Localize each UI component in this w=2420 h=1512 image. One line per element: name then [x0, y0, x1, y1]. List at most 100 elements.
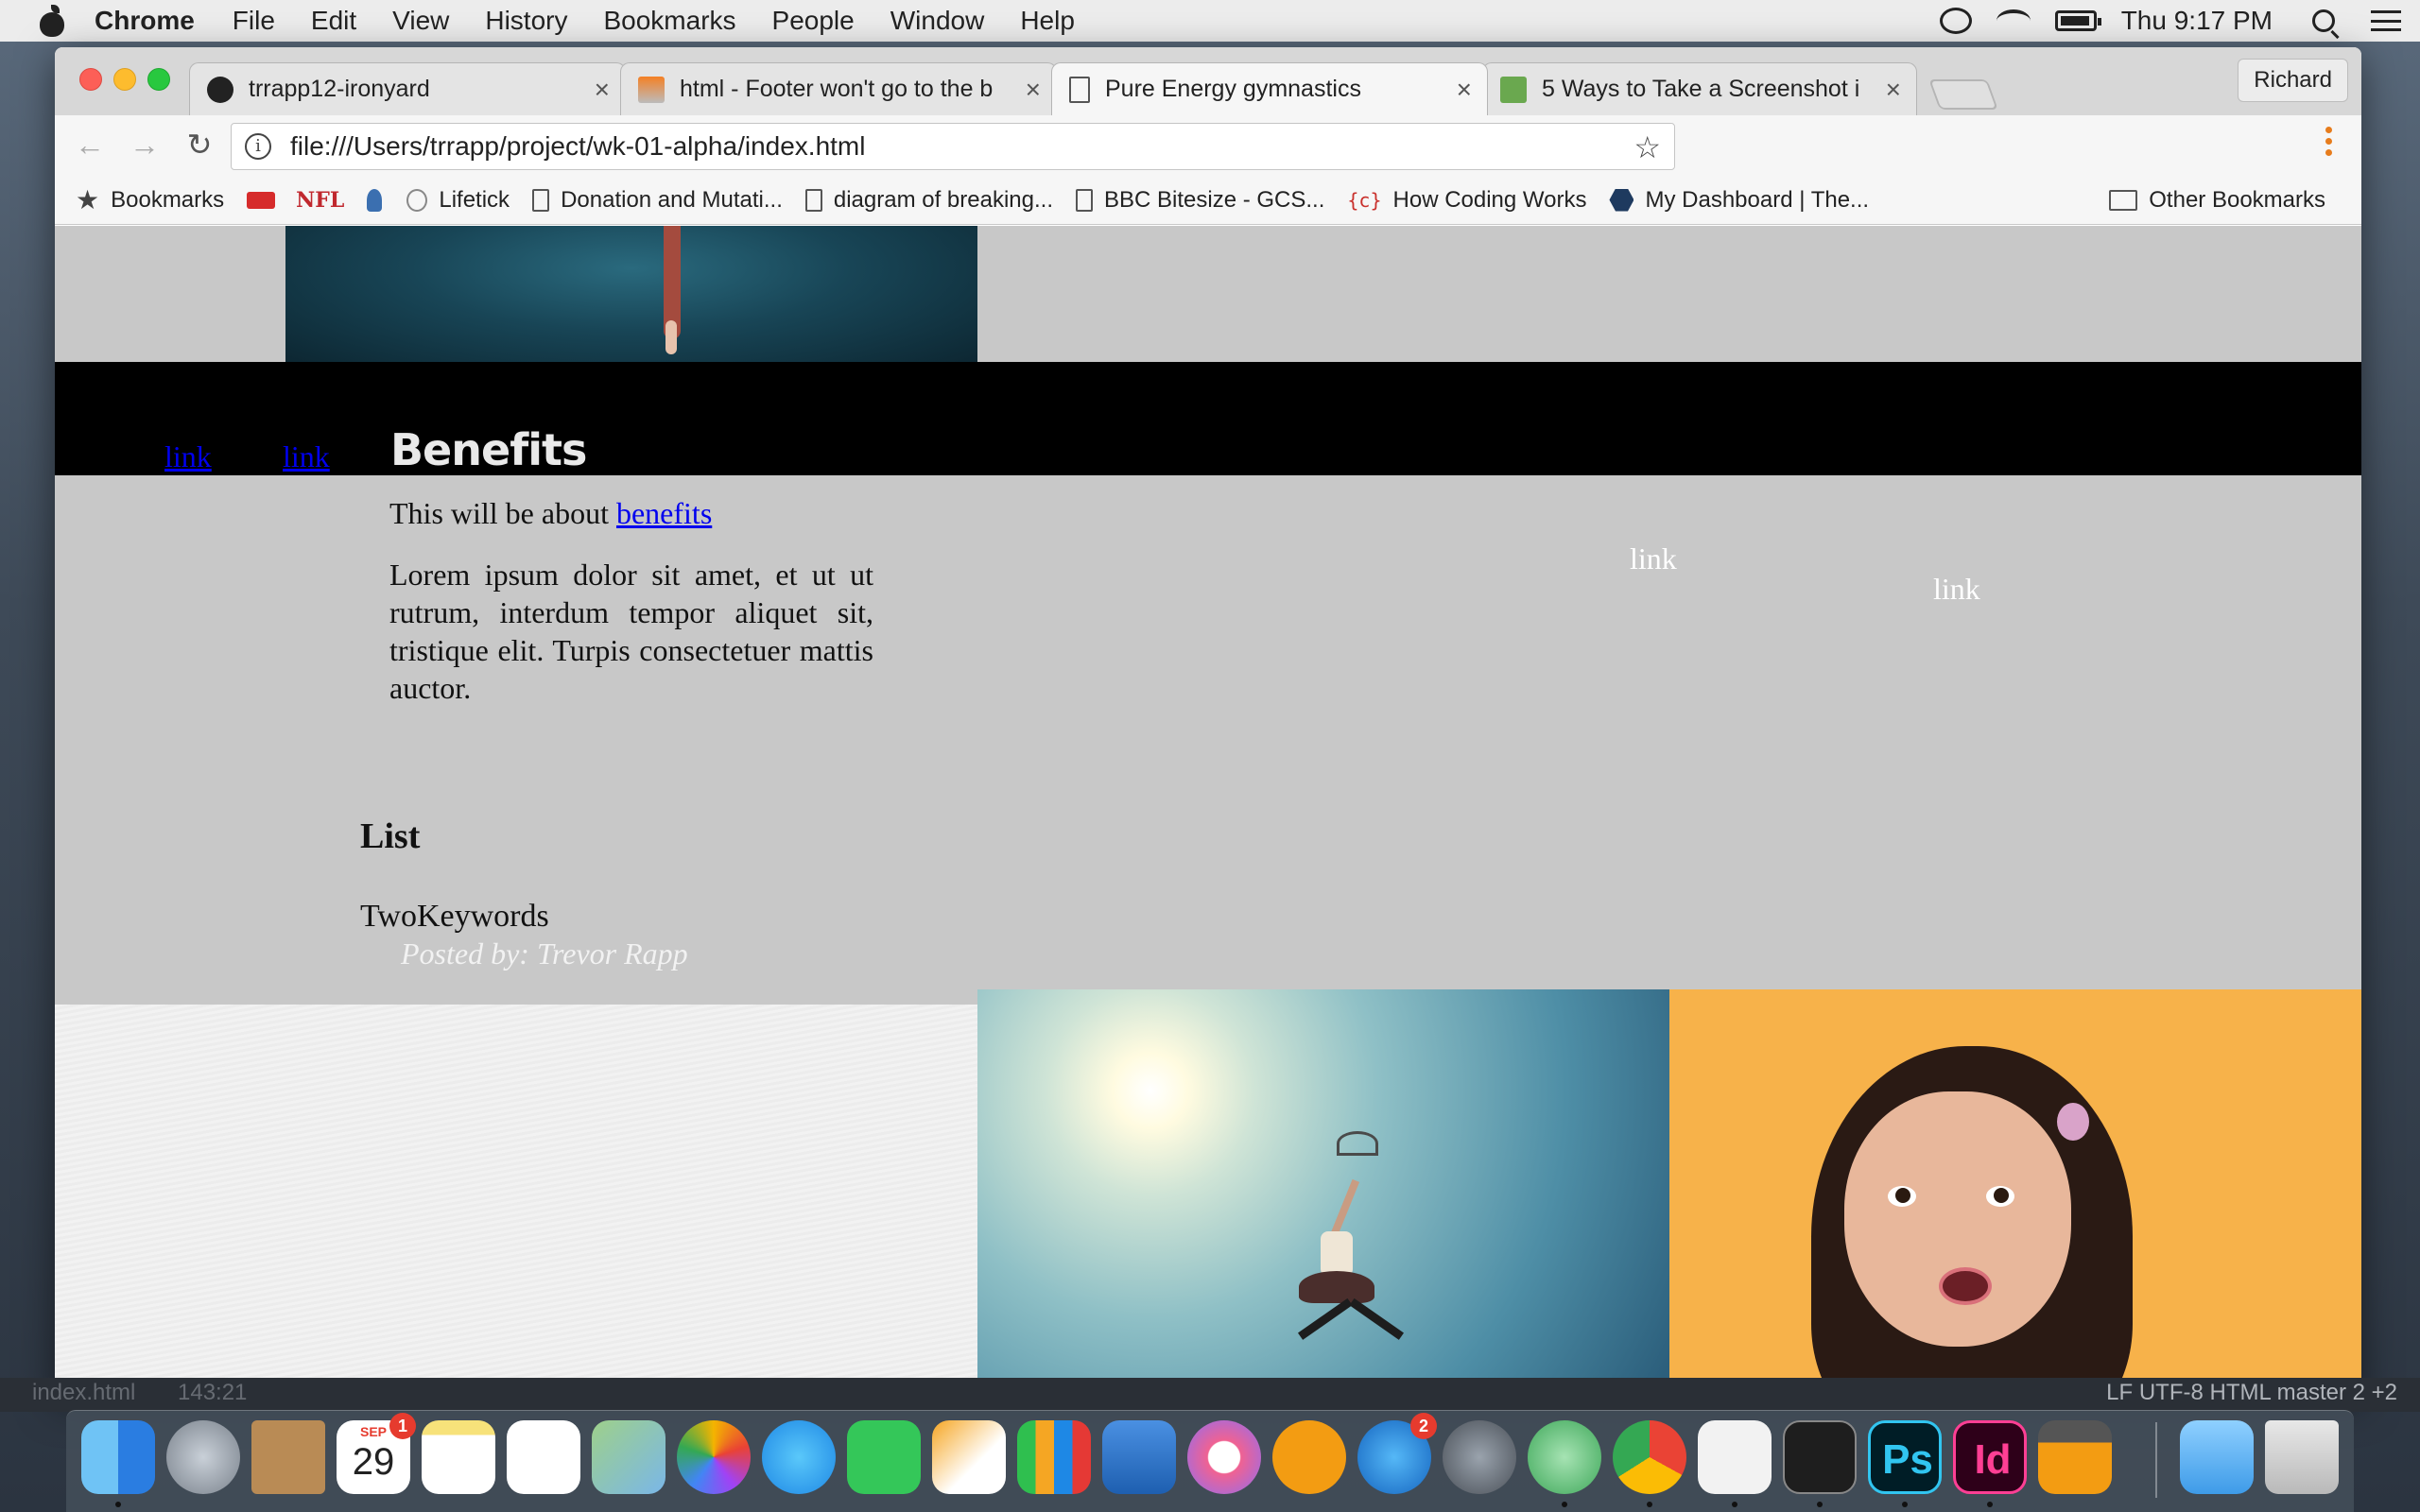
indesign-icon[interactable]: Id — [1953, 1420, 2027, 1494]
new-tab-button[interactable] — [1928, 79, 1998, 110]
calculator-icon[interactable] — [2038, 1420, 2112, 1494]
menu-help[interactable]: Help — [1020, 6, 1075, 36]
tab-pure-energy[interactable]: Pure Energy gymnastics × — [1051, 62, 1488, 115]
bookmark-bbc[interactable]: BBC Bitesize - GCS... — [1076, 187, 1324, 214]
numbers-icon[interactable] — [1017, 1420, 1091, 1494]
close-tab-icon[interactable]: × — [1457, 75, 1472, 105]
menu-bookmarks[interactable]: Bookmarks — [603, 6, 735, 36]
creative-cloud-icon[interactable] — [1939, 8, 1972, 34]
running-indicator — [1902, 1502, 1908, 1507]
other-bookmarks[interactable]: Other Bookmarks — [2109, 176, 2325, 225]
pages-icon[interactable] — [932, 1420, 1006, 1494]
launchpad-icon[interactable] — [166, 1420, 240, 1494]
floating-link-1[interactable]: link — [1630, 541, 1677, 576]
profile-button[interactable]: Richard — [2238, 59, 2348, 102]
atom-icon[interactable] — [1528, 1420, 1601, 1494]
keynote-icon[interactable] — [1102, 1420, 1176, 1494]
benefits-link[interactable]: benefits — [616, 496, 712, 530]
forward-arrow-icon[interactable]: → — [129, 129, 161, 161]
spotlight-icon[interactable] — [2312, 9, 2335, 32]
zoom-window-button[interactable] — [147, 68, 170, 91]
posted-by: Posted by: Trevor Rapp — [401, 936, 688, 971]
system-preferences-icon[interactable] — [1443, 1420, 1516, 1494]
info-icon[interactable]: i — [245, 133, 271, 160]
contacts-icon[interactable] — [251, 1420, 325, 1494]
terminal-icon[interactable] — [1783, 1420, 1857, 1494]
wifi-icon[interactable] — [1996, 9, 2031, 32]
bookmark-nfl[interactable]: NFL — [296, 188, 355, 213]
girl-leg-left — [1297, 1297, 1353, 1340]
child-eye-left — [1888, 1186, 1916, 1207]
menubar-clock[interactable]: Thu 9:17 PM — [2121, 6, 2273, 36]
menu-app-name[interactable]: Chrome — [95, 6, 195, 36]
reload-icon[interactable]: ↻ — [183, 129, 216, 161]
floating-link-2[interactable]: link — [1933, 572, 1980, 607]
tab-title: html - Footer won't go to the b — [680, 76, 994, 102]
back-arrow-icon[interactable]: ← — [74, 129, 106, 161]
bookmark-label: My Dashboard | The... — [1645, 186, 1870, 213]
wikihow-icon — [1500, 76, 1527, 103]
trash-icon[interactable] — [2265, 1420, 2339, 1494]
nav-link-1[interactable]: link — [164, 439, 212, 474]
bookmarks-bar: ★ Bookmarks NFL Lifetick Donation and Mu… — [55, 176, 2361, 225]
menu-window[interactable]: Window — [890, 6, 985, 36]
page-viewport[interactable]: link link Benefits This will be about be… — [55, 226, 2361, 1395]
bookmark-dashboard[interactable]: My Dashboard | The... — [1609, 187, 1869, 214]
finder-icon[interactable] — [81, 1420, 155, 1494]
maps-icon[interactable] — [592, 1420, 666, 1494]
close-window-button[interactable] — [79, 68, 102, 91]
menu-view[interactable]: View — [392, 6, 449, 36]
url-text[interactable]: file:///Users/trrapp/project/wk-01-alpha… — [290, 131, 865, 162]
close-tab-icon[interactable]: × — [1886, 75, 1901, 105]
child-eye-right — [1986, 1186, 2014, 1207]
minimize-window-button[interactable] — [113, 68, 136, 91]
nav-link-2[interactable]: link — [283, 439, 330, 474]
app-store-icon[interactable]: 2 — [1357, 1413, 1437, 1494]
bookmark-diagram[interactable]: diagram of breaking... — [804, 186, 1053, 214]
hero-image — [285, 226, 977, 368]
bookmark-how-coding-works[interactable]: {c} How Coding Works — [1347, 187, 1586, 214]
bookmark-label: Donation and Mutati... — [561, 186, 783, 213]
benefits-content: This will be about benefits Lorem ipsum … — [389, 496, 873, 707]
close-tab-icon[interactable]: × — [1026, 75, 1041, 105]
child-mouth — [1939, 1267, 1992, 1305]
bookmark-donation[interactable]: Donation and Mutati... — [532, 187, 783, 214]
reminders-icon[interactable] — [507, 1420, 580, 1494]
bookmark-lifetick[interactable]: Lifetick — [406, 187, 510, 214]
person-icon — [367, 188, 383, 212]
messages-icon[interactable] — [762, 1420, 836, 1494]
menu-history[interactable]: History — [485, 6, 567, 36]
chrome-menu-icon[interactable] — [2325, 127, 2333, 161]
menu-file[interactable]: File — [233, 6, 275, 36]
bookmark-person[interactable] — [367, 188, 393, 212]
site-navbar: link link Benefits — [55, 362, 2361, 475]
girl-leg-right — [1349, 1297, 1405, 1340]
tab-github[interactable]: trrapp12-ironyard × — [189, 62, 626, 115]
bookmark-adp[interactable] — [247, 191, 286, 209]
editor-filename: index.html — [32, 1380, 136, 1405]
apple-menu-icon[interactable] — [38, 5, 66, 37]
photoshop-icon[interactable]: Ps — [1868, 1420, 1942, 1494]
bookmark-bookmarks[interactable]: ★ Bookmarks — [76, 186, 224, 214]
battery-icon[interactable] — [2054, 10, 2101, 31]
bookmark-star-icon[interactable]: ☆ — [1634, 129, 1661, 165]
photos-icon[interactable] — [677, 1420, 751, 1494]
slack-icon[interactable] — [1698, 1420, 1772, 1494]
child-face — [1844, 1091, 2071, 1347]
facetime-icon[interactable] — [847, 1420, 921, 1494]
menu-edit[interactable]: Edit — [311, 6, 356, 36]
address-bar[interactable]: i file:///Users/trrapp/project/wk-01-alp… — [231, 123, 1675, 170]
browser-window: trrapp12-ironyard × html - Footer won't … — [55, 47, 2361, 1395]
notes-icon[interactable] — [422, 1420, 495, 1494]
itunes-icon[interactable] — [1187, 1420, 1261, 1494]
bookmark-label: diagram of breaking... — [833, 186, 1053, 213]
downloads-folder-icon[interactable] — [2180, 1420, 2254, 1494]
notification-center-icon[interactable] — [2371, 10, 2401, 31]
close-tab-icon[interactable]: × — [595, 75, 610, 105]
calendar-icon[interactable]: SEP 29 1 — [337, 1413, 416, 1494]
menu-people[interactable]: People — [772, 6, 855, 36]
tab-wikihow[interactable]: 5 Ways to Take a Screenshot i × — [1482, 62, 1917, 115]
chrome-icon[interactable] — [1613, 1420, 1686, 1494]
ibooks-icon[interactable] — [1272, 1420, 1346, 1494]
tab-stackoverflow[interactable]: html - Footer won't go to the b × — [620, 62, 1057, 115]
